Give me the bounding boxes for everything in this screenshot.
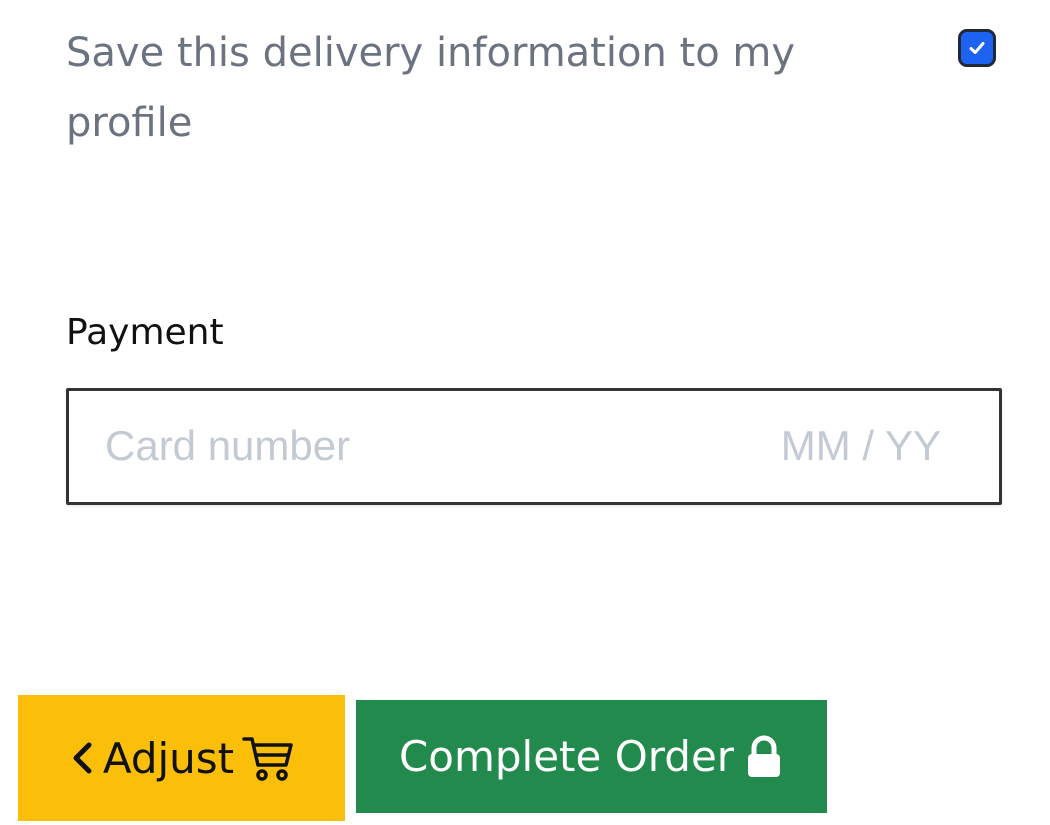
complete-order-button[interactable]: Complete Order bbox=[356, 700, 827, 813]
payment-heading: Payment bbox=[66, 312, 224, 353]
card-number-input[interactable] bbox=[105, 421, 665, 471]
card-expiry-input[interactable] bbox=[741, 421, 941, 471]
adjust-cart-button[interactable]: Adjust bbox=[18, 695, 345, 821]
adjust-label: Adjust bbox=[102, 733, 235, 783]
save-delivery-label: Save this delivery information to my pro… bbox=[66, 30, 796, 146]
checkmark-icon bbox=[969, 42, 985, 54]
complete-order-label: Complete Order bbox=[398, 732, 735, 781]
cart-icon bbox=[242, 733, 294, 783]
lock-icon bbox=[744, 735, 784, 779]
chevron-left-icon bbox=[69, 740, 95, 776]
save-delivery-checkbox[interactable] bbox=[958, 29, 996, 67]
card-input-field[interactable] bbox=[66, 388, 1002, 505]
